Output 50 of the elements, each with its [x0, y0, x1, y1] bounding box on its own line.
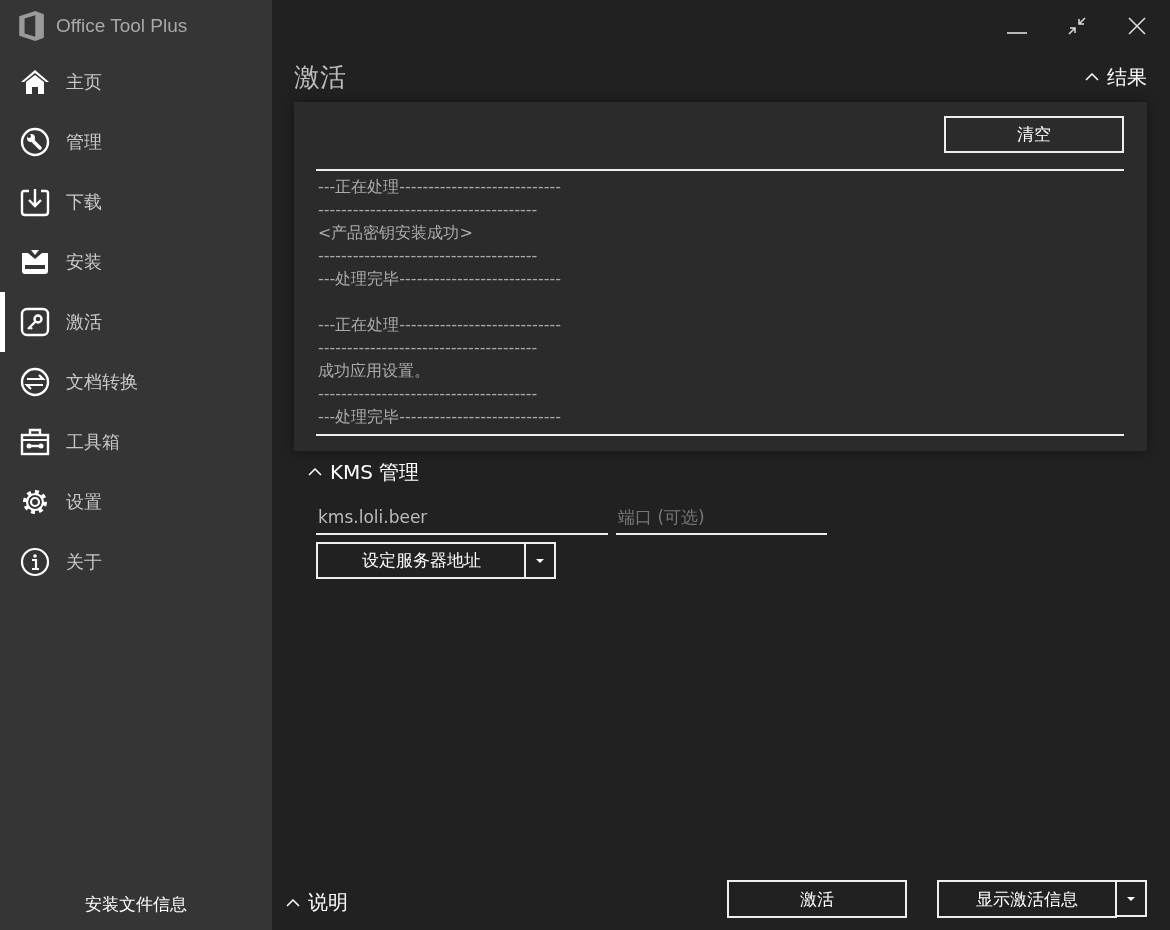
log-line: <产品密钥安装成功>: [317, 222, 474, 244]
caret-up-icon: [1085, 73, 1099, 81]
wrench-icon: [20, 127, 50, 157]
log-line: ---处理完毕----------------------------: [317, 268, 562, 290]
log-line: --------------------------------------: [317, 199, 539, 221]
kms-section-toggle[interactable]: KMS 管理: [308, 457, 1147, 487]
close-icon[interactable]: [1127, 16, 1147, 36]
server-address-field[interactable]: kms.loli.beer: [316, 501, 608, 535]
sidebar-item[interactable]: 主页: [0, 52, 272, 112]
app-title: Office Tool Plus: [56, 15, 188, 37]
sidebar-item[interactable]: 下载: [0, 172, 272, 232]
log-line: ---正在处理----------------------------: [317, 176, 562, 198]
toolbox-icon: [20, 427, 50, 457]
restore-down-icon[interactable]: [1067, 16, 1087, 36]
notes-section-toggle[interactable]: 说明: [286, 889, 348, 918]
inbox-icon: [20, 247, 50, 277]
port-field[interactable]: 端口 (可选): [616, 501, 827, 535]
log-line: --------------------------------------: [317, 337, 539, 359]
clear-button[interactable]: 清空: [944, 116, 1124, 153]
dropdown-button[interactable]: [526, 542, 556, 579]
sidebar-item[interactable]: 激活: [0, 292, 272, 352]
download-icon: [20, 187, 50, 217]
results-section-toggle[interactable]: 结果: [1085, 63, 1147, 91]
settings-icon: [20, 487, 50, 517]
log-line: ---正在处理----------------------------: [317, 314, 562, 336]
log-line: --------------------------------------: [317, 383, 539, 405]
info-icon: [20, 547, 50, 577]
office-logo-icon: [18, 11, 44, 41]
action-button[interactable]: 激活: [727, 880, 907, 918]
caret-down-icon: [536, 558, 544, 563]
page-title: 激活: [294, 60, 346, 94]
set-server-button[interactable]: 设定服务器地址: [316, 542, 526, 579]
log-line: ---处理完毕----------------------------: [317, 406, 562, 428]
swap-arrows-icon: [20, 367, 50, 397]
home-icon: [20, 67, 50, 97]
log-line: 成功应用设置。: [317, 360, 431, 382]
key-icon: [20, 307, 50, 337]
install-file-info-link[interactable]: 安装文件信息: [0, 893, 272, 930]
sidebar-item[interactable]: 关于: [0, 532, 272, 592]
sidebar-item[interactable]: 工具箱: [0, 412, 272, 472]
action-button[interactable]: 显示激活信息: [937, 880, 1117, 918]
sidebar-item[interactable]: 管理: [0, 112, 272, 172]
caret-up-icon: [308, 468, 322, 476]
sidebar-item[interactable]: 文档转换: [0, 352, 272, 412]
sidebar-item[interactable]: 安装: [0, 232, 272, 292]
caret-up-icon: [286, 898, 300, 907]
log-line: --------------------------------------: [317, 245, 539, 267]
sidebar-item[interactable]: 设置: [0, 472, 272, 532]
dropdown-button[interactable]: [1117, 880, 1147, 917]
caret-down-icon: [1127, 896, 1135, 901]
